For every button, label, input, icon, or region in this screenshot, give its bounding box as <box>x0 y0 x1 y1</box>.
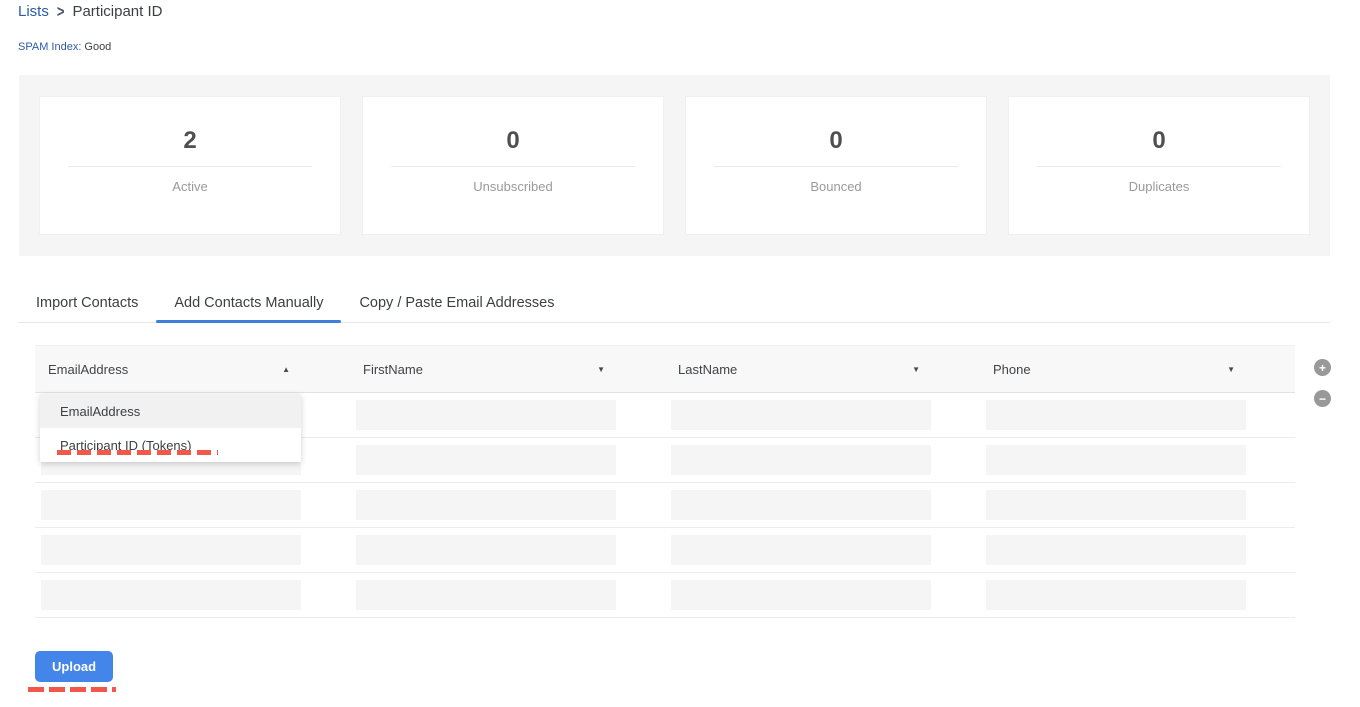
add-row-button[interactable]: + <box>1314 359 1331 376</box>
stat-card-active: 2 Active <box>39 96 341 235</box>
contact-input-firstname-row5[interactable] <box>356 580 616 610</box>
contact-input-email-row3[interactable] <box>41 490 301 520</box>
contact-input-lastname-row2[interactable] <box>671 445 931 475</box>
contacts-table-header: EmailAddress ▲ FirstName ▼ LastName ▼ Ph… <box>35 345 1295 393</box>
contacts-table: EmailAddress ▲ FirstName ▼ LastName ▼ Ph… <box>35 345 1295 618</box>
dropdown-option-emailaddress[interactable]: EmailAddress <box>40 394 301 428</box>
column-select-emailaddress[interactable]: EmailAddress ▲ <box>35 362 350 377</box>
stat-card-unsubscribed: 0 Unsubscribed <box>362 96 664 235</box>
caret-down-icon: ▼ <box>1227 365 1235 374</box>
spam-index-label: SPAM Index: <box>18 41 81 53</box>
contact-input-lastname-row1[interactable] <box>671 400 931 430</box>
contact-input-firstname-row1[interactable] <box>356 400 616 430</box>
stat-card-bounced: 0 Bounced <box>685 96 987 235</box>
stat-label: Active <box>40 179 340 194</box>
contact-input-firstname-row3[interactable] <box>356 490 616 520</box>
contact-input-phone-row3[interactable] <box>986 490 1246 520</box>
contact-input-firstname-row4[interactable] <box>356 535 616 565</box>
stat-value: 2 <box>40 127 340 155</box>
spam-index-value: Good <box>84 41 111 53</box>
contact-input-lastname-row3[interactable] <box>671 490 931 520</box>
column-select-lastname[interactable]: LastName ▼ <box>665 362 980 377</box>
spam-index: SPAM Index:Good <box>18 41 111 53</box>
caret-down-icon: ▼ <box>912 365 920 374</box>
minus-icon: − <box>1319 393 1326 405</box>
stat-divider <box>714 166 958 167</box>
contact-input-email-row4[interactable] <box>41 535 301 565</box>
column-select-label: Phone <box>993 362 1031 377</box>
contact-input-firstname-row2[interactable] <box>356 445 616 475</box>
stat-label: Bounced <box>686 179 986 194</box>
stat-value: 0 <box>363 127 663 155</box>
column-select-label: EmailAddress <box>48 362 128 377</box>
column-select-label: FirstName <box>363 362 423 377</box>
upload-button[interactable]: Upload <box>35 651 113 682</box>
tab-copy-paste-email-addresses[interactable]: Copy / Paste Email Addresses <box>341 288 572 322</box>
contact-input-phone-row2[interactable] <box>986 445 1246 475</box>
contact-input-lastname-row4[interactable] <box>671 535 931 565</box>
stat-value: 0 <box>686 127 986 155</box>
page: Lists > Participant ID SPAM Index:Good 2… <box>0 0 1360 707</box>
column-select-label: LastName <box>678 362 737 377</box>
chevron-right-icon: > <box>57 2 65 21</box>
breadcrumb-current-page: Participant ID <box>72 3 162 20</box>
stat-label: Unsubscribed <box>363 179 663 194</box>
table-row <box>35 483 1295 528</box>
tab-add-contacts-manually[interactable]: Add Contacts Manually <box>156 288 341 322</box>
stat-divider <box>68 166 312 167</box>
dropdown-option-participant-id-tokens[interactable]: Participant ID (Tokens) <box>40 428 301 462</box>
breadcrumb: Lists > Participant ID <box>18 3 162 20</box>
contact-input-phone-row1[interactable] <box>986 400 1246 430</box>
tab-bar: Import Contacts Add Contacts Manually Co… <box>18 288 1330 323</box>
plus-icon: + <box>1319 362 1326 374</box>
stat-value: 0 <box>1009 127 1309 155</box>
column-select-phone[interactable]: Phone ▼ <box>980 362 1295 377</box>
column-select-firstname[interactable]: FirstName ▼ <box>350 362 665 377</box>
table-row <box>35 528 1295 573</box>
tab-import-contacts[interactable]: Import Contacts <box>18 288 156 322</box>
stat-divider <box>1037 166 1281 167</box>
contact-input-lastname-row5[interactable] <box>671 580 931 610</box>
stat-divider <box>391 166 635 167</box>
breadcrumb-lists-link[interactable]: Lists <box>18 3 49 20</box>
contact-input-phone-row5[interactable] <box>986 580 1246 610</box>
contact-input-phone-row4[interactable] <box>986 535 1246 565</box>
annotation-red-dashed-underline-upload <box>28 687 116 692</box>
remove-row-button[interactable]: − <box>1314 390 1331 407</box>
table-row <box>35 573 1295 618</box>
stats-panel: 2 Active 0 Unsubscribed 0 Bounced 0 Dupl… <box>19 75 1330 256</box>
caret-up-icon: ▲ <box>282 365 290 374</box>
caret-down-icon: ▼ <box>597 365 605 374</box>
annotation-red-dashed-underline <box>57 450 218 455</box>
contact-input-email-row5[interactable] <box>41 580 301 610</box>
stat-card-duplicates: 0 Duplicates <box>1008 96 1310 235</box>
stat-label: Duplicates <box>1009 179 1309 194</box>
